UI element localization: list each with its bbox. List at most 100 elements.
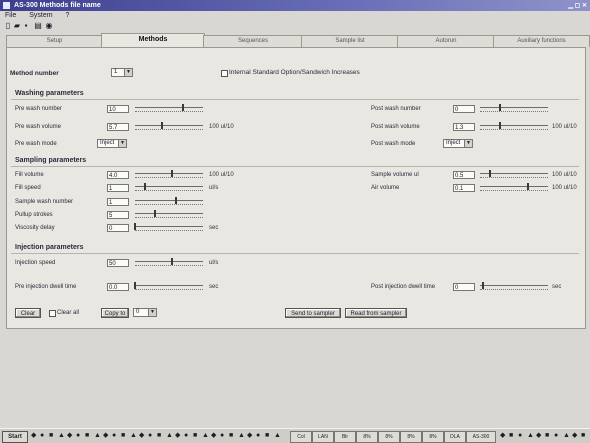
slider-thumb[interactable] bbox=[174, 197, 177, 204]
quick-launch-icon[interactable]: ◆ bbox=[211, 432, 218, 439]
slider-thumb[interactable] bbox=[134, 223, 136, 230]
sample-wash-number-slider[interactable] bbox=[135, 197, 203, 206]
quick-launch-icon[interactable]: ■ bbox=[157, 432, 164, 439]
post-wash-volume-field[interactable]: 1.3 bbox=[453, 123, 475, 131]
tray-icon[interactable]: ▲ bbox=[563, 432, 570, 439]
tab-autorun[interactable]: Autorun bbox=[397, 35, 495, 47]
menu-file[interactable]: File bbox=[5, 12, 16, 19]
quick-launch-icon[interactable]: ▲ bbox=[238, 432, 245, 439]
quick-launch-icon[interactable]: ■ bbox=[229, 432, 236, 439]
sample-volume-field[interactable]: 0.5 bbox=[453, 171, 475, 179]
pre-injection-dwell-slider[interactable] bbox=[134, 282, 203, 291]
slider-thumb[interactable] bbox=[134, 282, 136, 289]
quick-launch-icon[interactable]: ● bbox=[184, 432, 191, 439]
slider-thumb[interactable] bbox=[144, 183, 147, 190]
quick-launch-icon[interactable]: ▲ bbox=[166, 432, 173, 439]
pre-wash-volume-slider[interactable] bbox=[135, 122, 203, 131]
sample-volume-slider[interactable] bbox=[480, 170, 548, 179]
quick-launch-icon[interactable]: ● bbox=[112, 432, 119, 439]
quick-launch-icon[interactable]: ◆ bbox=[247, 432, 254, 439]
menu-help[interactable]: ? bbox=[66, 12, 70, 19]
quick-launch-icon[interactable]: ■ bbox=[85, 432, 92, 439]
injection-speed-field[interactable]: 50 bbox=[107, 259, 129, 267]
pre-wash-mode-select[interactable]: Inject ▼ bbox=[97, 139, 127, 148]
tray-icon[interactable]: ■ bbox=[545, 432, 552, 439]
slider-thumb[interactable] bbox=[526, 183, 529, 190]
quick-launch-icon[interactable]: ▲ bbox=[202, 432, 209, 439]
tray-icon[interactable]: ● bbox=[518, 432, 525, 439]
quick-launch-icon[interactable]: ■ bbox=[265, 432, 272, 439]
quick-launch-icon[interactable]: ▲ bbox=[58, 432, 65, 439]
tray-icon[interactable]: ■ bbox=[581, 432, 588, 439]
fill-speed-slider[interactable] bbox=[135, 183, 203, 192]
taskbar-item[interactable]: 8% bbox=[378, 431, 400, 443]
tray-icon[interactable]: ◆ bbox=[536, 432, 543, 439]
open-folder-icon[interactable]: ▰ bbox=[13, 22, 21, 30]
quick-launch-icon[interactable]: ◆ bbox=[67, 432, 74, 439]
quick-launch-icon[interactable]: ■ bbox=[193, 432, 200, 439]
tab-setup[interactable]: Setup bbox=[6, 35, 103, 47]
taskbar-item[interactable]: Col bbox=[290, 431, 312, 443]
injection-speed-slider[interactable] bbox=[135, 258, 203, 267]
tray-icon[interactable]: ● bbox=[554, 432, 561, 439]
quick-launch-icon[interactable]: ◆ bbox=[103, 432, 110, 439]
quick-launch-icon[interactable]: ■ bbox=[49, 432, 56, 439]
pre-injection-dwell-field[interactable]: 0.0 bbox=[107, 283, 129, 291]
tab-sequences[interactable]: Sequences bbox=[203, 35, 303, 47]
quick-launch-icon[interactable]: ■ bbox=[121, 432, 128, 439]
clear-all-checkbox[interactable] bbox=[49, 310, 56, 317]
quick-launch-icon[interactable]: ◆ bbox=[175, 432, 182, 439]
tray-icon[interactable]: ■ bbox=[509, 432, 516, 439]
binoculars-icon[interactable]: ◉ bbox=[45, 22, 53, 30]
fill-speed-field[interactable]: 1 bbox=[107, 184, 129, 192]
quick-launch-icon[interactable]: ● bbox=[220, 432, 227, 439]
save-icon[interactable]: ▪ bbox=[22, 22, 30, 30]
slider-thumb[interactable] bbox=[171, 258, 174, 265]
taskbar-item[interactable]: 8% bbox=[422, 431, 444, 443]
internal-standard-checkbox[interactable] bbox=[221, 70, 228, 77]
tray-icon[interactable]: ◆ bbox=[572, 432, 579, 439]
slider-thumb[interactable] bbox=[489, 170, 492, 177]
send-to-sampler-button[interactable]: Send to sampler bbox=[285, 308, 341, 318]
taskbar-item[interactable]: Blr bbox=[334, 431, 356, 443]
slider-thumb[interactable] bbox=[181, 104, 184, 111]
pre-wash-number-field[interactable]: 10 bbox=[107, 105, 129, 113]
quick-launch-icon[interactable]: ● bbox=[40, 432, 47, 439]
clear-button[interactable]: Clear bbox=[15, 308, 41, 318]
tray-icon[interactable]: ▲ bbox=[527, 432, 534, 439]
slider-thumb[interactable] bbox=[499, 104, 502, 111]
quick-launch-icon[interactable]: ● bbox=[256, 432, 263, 439]
tab-auxiliary-functions[interactable]: Auxiliary functions bbox=[493, 35, 590, 47]
taskbar-item[interactable]: DLA bbox=[444, 431, 466, 443]
quick-launch-icon[interactable]: ◆ bbox=[139, 432, 146, 439]
pre-wash-volume-field[interactable]: 5.7 bbox=[107, 123, 129, 131]
copy-to-select[interactable]: 0 ▼ bbox=[133, 308, 157, 317]
pre-wash-number-slider[interactable] bbox=[135, 104, 203, 113]
taskbar-item[interactable]: 8% bbox=[356, 431, 378, 443]
quick-launch-icon[interactable]: ● bbox=[148, 432, 155, 439]
post-wash-volume-slider[interactable] bbox=[480, 122, 548, 131]
post-injection-dwell-field[interactable]: 0 bbox=[453, 283, 475, 291]
air-volume-field[interactable]: 0.1 bbox=[453, 184, 475, 192]
read-from-sampler-button[interactable]: Read from sampler bbox=[345, 308, 407, 318]
slider-thumb[interactable] bbox=[499, 122, 502, 129]
tab-sample-list[interactable]: Sample list bbox=[301, 35, 399, 47]
slider-thumb[interactable] bbox=[154, 210, 157, 217]
quick-launch-icon[interactable]: ▲ bbox=[130, 432, 137, 439]
slider-thumb[interactable] bbox=[161, 122, 164, 129]
tray-icon[interactable]: ◆ bbox=[500, 432, 507, 439]
method-number-select[interactable]: 1 ▼ bbox=[111, 68, 133, 77]
taskbar-item[interactable]: LAN bbox=[312, 431, 334, 443]
post-wash-number-slider[interactable] bbox=[480, 104, 548, 113]
post-wash-mode-select[interactable]: Inject ▼ bbox=[443, 139, 473, 148]
quick-launch-icon[interactable]: ● bbox=[76, 432, 83, 439]
fill-volume-field[interactable]: 4.0 bbox=[107, 171, 129, 179]
new-file-icon[interactable]: ▯ bbox=[4, 22, 12, 30]
slider-thumb[interactable] bbox=[482, 282, 485, 289]
sample-wash-number-field[interactable]: 1 bbox=[107, 198, 129, 206]
menu-system[interactable]: System bbox=[29, 12, 52, 19]
quick-launch-icon[interactable]: ▲ bbox=[274, 432, 281, 439]
slider-thumb[interactable] bbox=[171, 170, 174, 177]
viscosity-delay-field[interactable]: 0 bbox=[107, 224, 129, 232]
taskbar-item[interactable]: AS-300 bbox=[466, 431, 496, 443]
